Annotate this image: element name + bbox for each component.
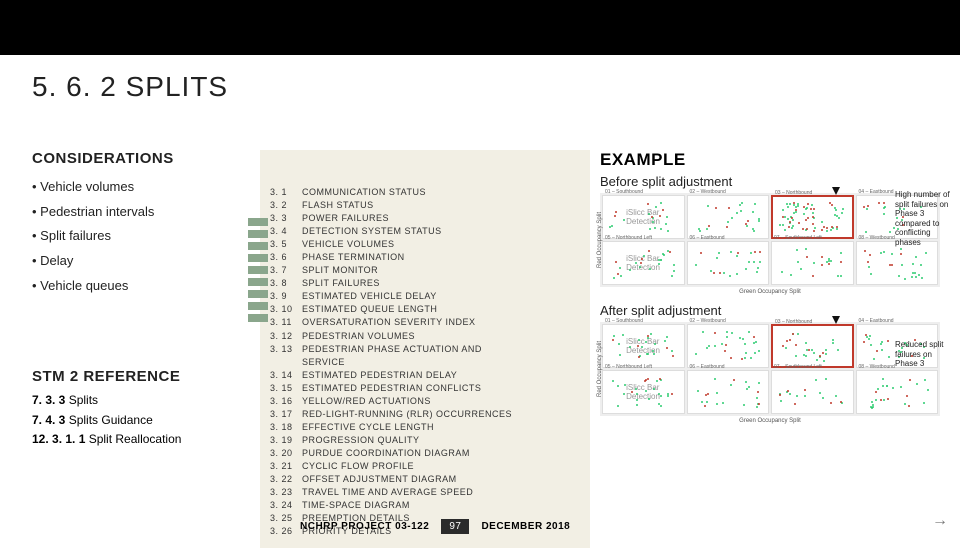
considerations-item: • Pedestrian intervals: [32, 200, 232, 225]
perf-item: SERVICE: [270, 356, 580, 369]
perf-item: 3. 15ESTIMATED PEDESTRIAN CONFLICTS: [270, 382, 580, 395]
stripe-decor: [248, 218, 268, 326]
before-label: Before split adjustment: [600, 174, 940, 189]
chart-cell: 07 – Southbound Left: [771, 370, 854, 414]
perf-item: 3. 8SPLIT FAILURES: [270, 277, 580, 290]
chart-cell: 07 – Southbound Left: [771, 241, 854, 285]
perf-item: 3. 17RED-LIGHT-RUNNING (RLR) OCCURRENCES: [270, 408, 580, 421]
perf-item: 3. 21CYCLIC FLOW PROFILE: [270, 460, 580, 473]
perf-item: 3. 4DETECTION SYSTEM STATUS: [270, 225, 580, 238]
considerations-item: • Vehicle queues: [32, 274, 232, 299]
stm2-ref: 7. 3. 3 Splits: [32, 391, 232, 410]
axis-x-label: Green Occupancy Split: [739, 289, 801, 295]
perf-item: 3. 11OVERSATURATION SEVERITY INDEX: [270, 316, 580, 329]
note-before: High number of split failures on Phase 3…: [895, 190, 955, 248]
considerations-item: • Delay: [32, 249, 232, 274]
perf-item: 3. 3POWER FAILURES: [270, 212, 580, 225]
after-chart-grid: 01 – SouthboundiSlicc Bar Detection02 – …: [600, 322, 940, 416]
perf-item: 3. 24TIME-SPACE DIAGRAM: [270, 499, 580, 512]
perf-item: 3. 9ESTIMATED VEHICLE DELAY: [270, 290, 580, 303]
axis-y-label: Red Occupancy Split: [597, 212, 603, 268]
note-after: Reduced split failures on Phase 3: [895, 340, 955, 369]
page-title: 5. 6. 2 SPLITS: [32, 71, 960, 103]
perf-item: 3. 23TRAVEL TIME AND AVERAGE SPEED: [270, 486, 580, 499]
next-arrow-icon[interactable]: →: [932, 512, 948, 530]
axis-x-label: Green Occupancy Split: [739, 418, 801, 424]
axis-y-label: Red Occupancy Split: [597, 341, 603, 397]
arrow-down-icon: [832, 316, 840, 324]
considerations-heading: CONSIDERATIONS: [32, 150, 232, 167]
arrow-down-icon: [832, 187, 840, 195]
perf-item: 3. 10ESTIMATED QUEUE LENGTH: [270, 303, 580, 316]
perf-item: 3. 20PURDUE COORDINATION DIAGRAM: [270, 447, 580, 460]
footer: NCHRP PROJECT 03-122 97 DECEMBER 2018: [300, 519, 570, 534]
perf-item: 3. 19PROGRESSION QUALITY: [270, 434, 580, 447]
stm2-ref: 7. 4. 3 Splits Guidance: [32, 411, 232, 430]
after-label: After split adjustment: [600, 303, 940, 318]
chart-cell: 05 – Northbound LeftiSlicc Bar Detection: [602, 370, 685, 414]
considerations-list: • Vehicle volumes• Pedestrian intervals•…: [32, 175, 232, 298]
perf-item: 3. 2FLASH STATUS: [270, 199, 580, 212]
perf-column: 3. 1COMMUNICATION STATUS3. 2FLASH STATUS…: [260, 150, 590, 548]
stm2-ref: 12. 3. 1. 1 Split Reallocation: [32, 430, 232, 449]
chart-cell: 06 – Eastbound: [687, 241, 770, 285]
considerations-item: • Vehicle volumes: [32, 175, 232, 200]
header-blackbar: [0, 0, 960, 55]
chart-cell: 02 – Westbound: [687, 195, 770, 239]
perf-item: 3. 7SPLIT MONITOR: [270, 264, 580, 277]
considerations-item: • Split failures: [32, 224, 232, 249]
perf-item: 3. 16YELLOW/RED ACTUATIONS: [270, 395, 580, 408]
chart-cell: 05 – Northbound LeftiSlicc Bar Detection: [602, 241, 685, 285]
perf-item: 3. 22OFFSET ADJUSTMENT DIAGRAM: [270, 473, 580, 486]
perf-item: 3. 14ESTIMATED PEDESTRIAN DELAY: [270, 369, 580, 382]
before-chart-grid: 01 – SouthboundiSlicc Bar Detection02 – …: [600, 193, 940, 287]
chart-cell: 01 – SouthboundiSlicc Bar Detection: [602, 324, 685, 368]
stm2-refs: 7. 3. 3 Splits7. 4. 3 Splits Guidance12.…: [32, 391, 232, 449]
perf-item: 3. 13PEDESTRIAN PHASE ACTUATION AND: [270, 343, 580, 356]
chart-cell: 03 – Northbound: [771, 195, 854, 239]
chart-cell: 03 – Northbound: [771, 324, 854, 368]
example-column: Before split adjustment 01 – Southboundi…: [600, 150, 940, 416]
chart-cell: 08 – Westbound: [856, 370, 939, 414]
chart-cell: 06 – Eastbound: [687, 370, 770, 414]
chart-cell: 08 – Westbound: [856, 241, 939, 285]
perf-item: 3. 6PHASE TERMINATION: [270, 251, 580, 264]
left-column: CONSIDERATIONS • Vehicle volumes• Pedest…: [32, 150, 232, 449]
footer-project: NCHRP PROJECT 03-122: [300, 521, 429, 532]
footer-page: 97: [441, 519, 469, 534]
perf-item: 3. 12PEDESTRIAN VOLUMES: [270, 330, 580, 343]
perf-item: 3. 18EFFECTIVE CYCLE LENGTH: [270, 421, 580, 434]
stm2-heading: STM 2 REFERENCE: [32, 368, 232, 385]
perf-item: 3. 1COMMUNICATION STATUS: [270, 186, 580, 199]
perf-item: 3. 5VEHICLE VOLUMES: [270, 238, 580, 251]
footer-date: DECEMBER 2018: [481, 521, 570, 532]
chart-cell: 02 – Westbound: [687, 324, 770, 368]
chart-cell: 01 – SouthboundiSlicc Bar Detection: [602, 195, 685, 239]
